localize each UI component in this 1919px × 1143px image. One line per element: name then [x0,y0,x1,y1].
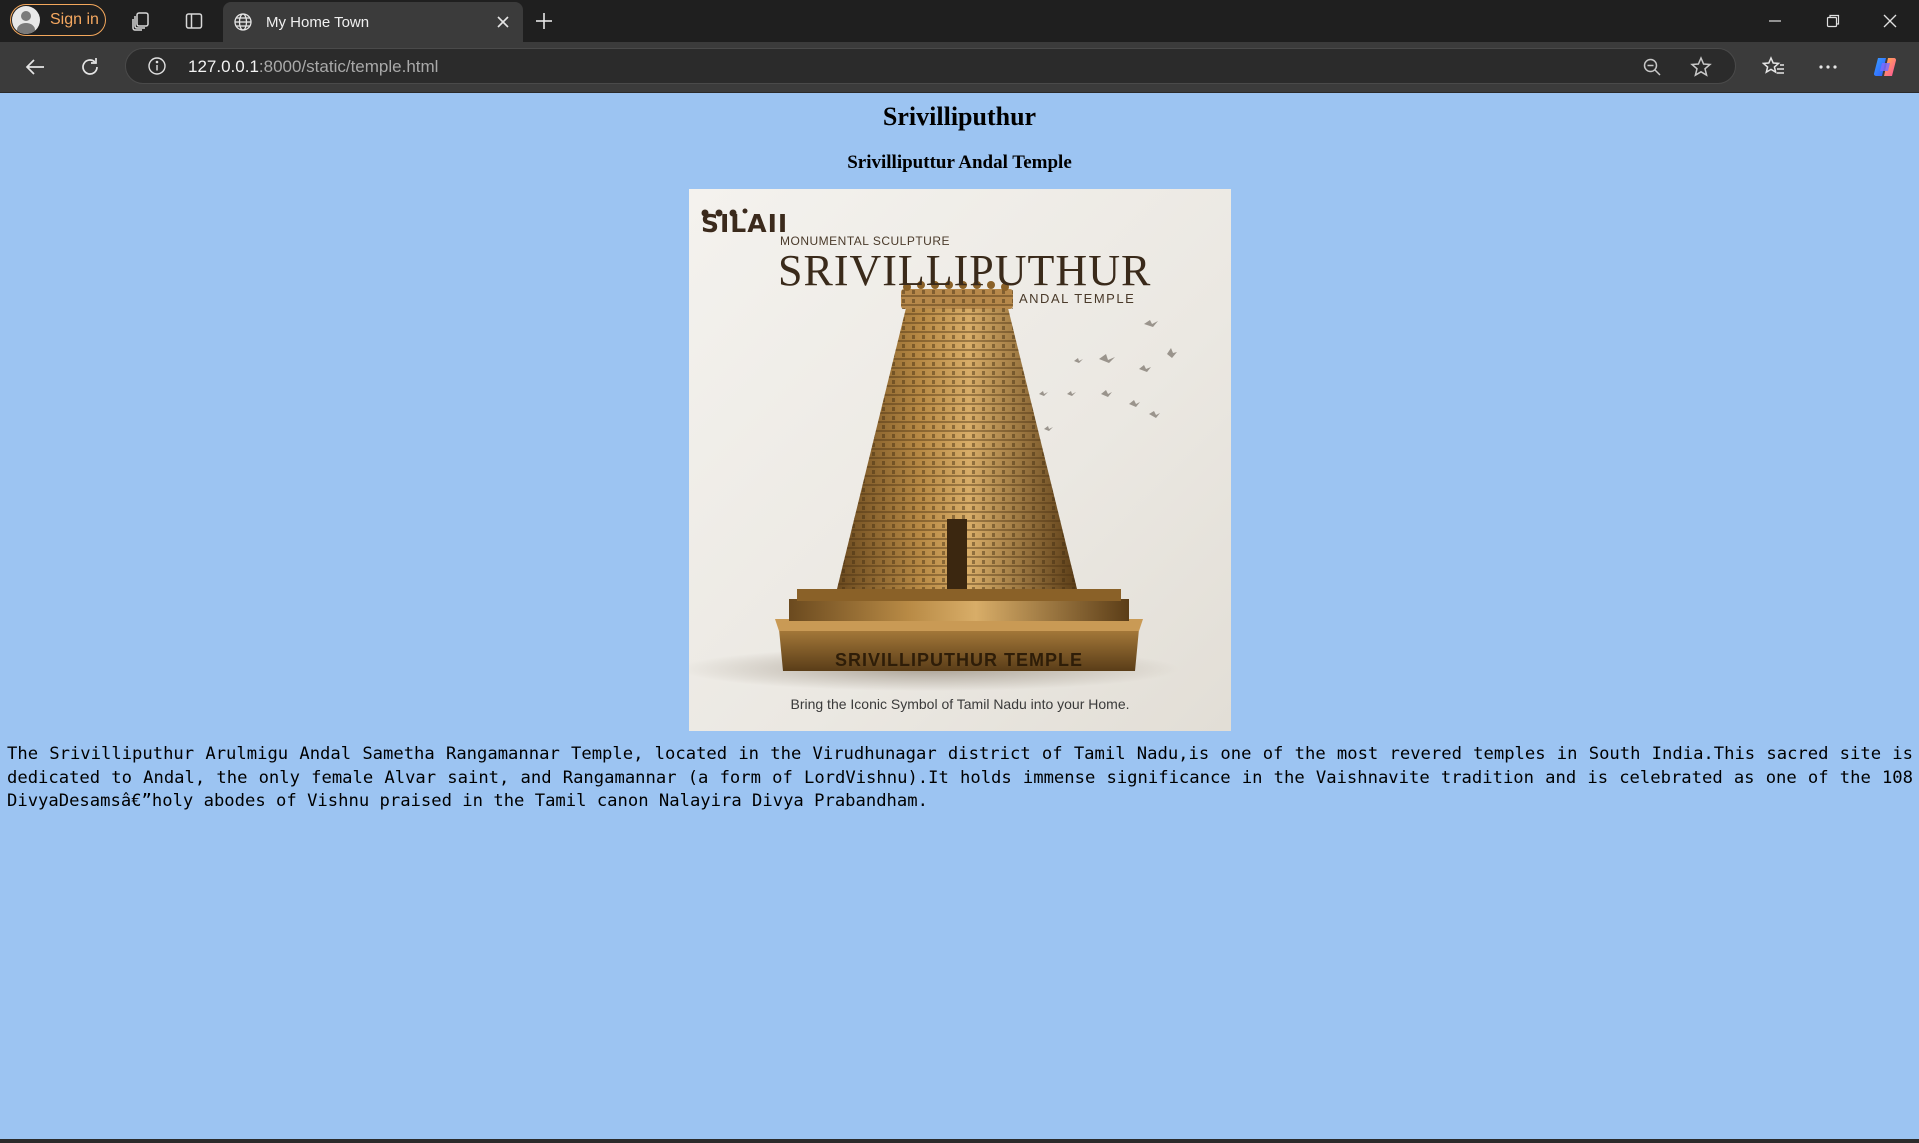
page-title: Srivilliputhur [882,102,1037,131]
site-info-icon[interactable] [146,55,168,77]
browser-toolbar: 127.0.0.1:8000/static/temple.html [0,42,1919,93]
minimize-icon[interactable] [1746,0,1804,42]
url-path: :8000/static/temple.html [258,57,439,76]
sign-in-label: Sign in [50,11,99,28]
image-caption: Bring the Iconic Symbol of Tamil Nadu in… [790,696,1130,712]
sign-in-button[interactable]: Sign in [10,4,106,36]
url-text[interactable]: 127.0.0.1:8000/static/temple.html [188,57,438,77]
image-headline: SRIVILLIPUTHUR [778,246,1152,295]
url-host: 127.0.0.1 [188,57,259,76]
temple-image: SRIVILLIPUTHUR TEMPLE SILAII MONUMENTAL … [689,189,1231,731]
image-subheadline: ANDAL TEMPLE [1019,291,1136,306]
window-bottom-edge [0,1139,1919,1143]
tab-title: My Home Town [266,13,370,31]
zoom-out-icon[interactable] [1640,55,1664,79]
more-options-icon[interactable] [1815,54,1841,80]
globe-icon [232,11,254,33]
favorites-icon[interactable] [1761,54,1787,80]
workspaces-icon[interactable] [129,9,153,33]
page-content: Srivilliputhur Srivilliputtur Andal Temp… [0,93,1919,1139]
birds-decoration [1039,320,1177,431]
plaque-text: SRIVILLIPUTHUR TEMPLE [835,650,1083,670]
copilot-icon[interactable] [1872,54,1898,80]
address-bar[interactable]: 127.0.0.1:8000/static/temple.html [125,48,1736,84]
favorite-star-icon[interactable] [1689,55,1713,79]
close-tab-icon[interactable] [493,12,513,32]
page-subtitle: Srivilliputtur Andal Temple [847,152,1072,173]
temple-description: The Srivilliputhur Arulmigu Andal Sameth… [7,744,1913,811]
reload-icon[interactable] [77,54,103,80]
tab-strip: Sign in My Home Town [0,0,1919,42]
back-arrow-icon[interactable] [22,54,48,80]
new-tab-icon[interactable] [532,9,556,33]
close-window-icon[interactable] [1861,0,1919,42]
avatar-icon [12,6,40,34]
tab-my-home-town[interactable]: My Home Town [223,2,523,42]
restore-icon[interactable] [1804,0,1862,42]
brand-logo: SILAII [701,209,789,238]
tab-actions-icon[interactable] [182,9,206,33]
